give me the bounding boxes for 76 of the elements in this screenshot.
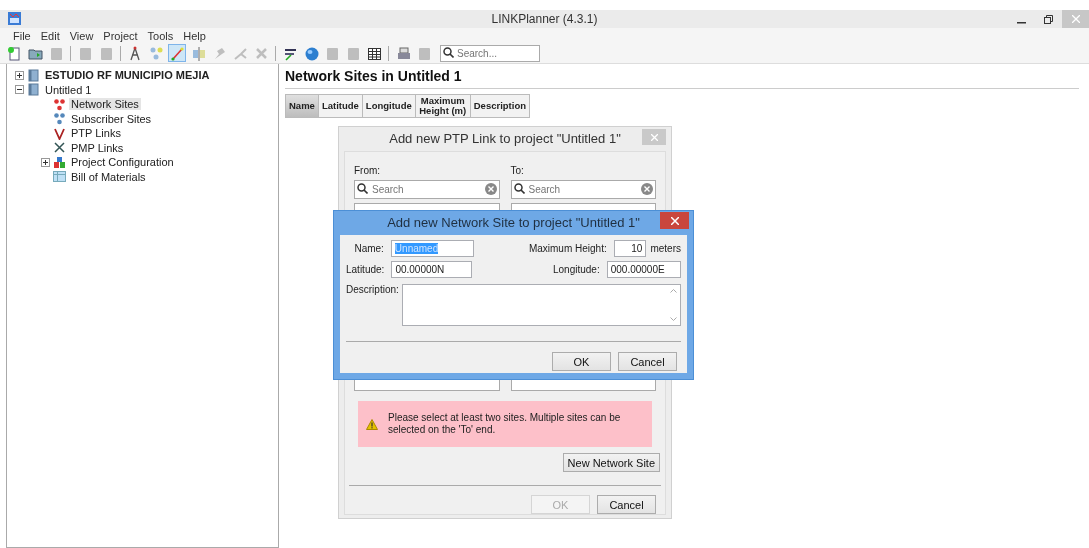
field-label: From: [354,165,382,177]
scroll-down-icon [669,317,677,321]
clear-icon[interactable] [484,183,497,195]
tree-item[interactable]: PTP Links [69,127,123,140]
close-icon [650,133,658,141]
column-header[interactable]: Longitude [362,94,416,118]
tree-item[interactable]: Untitled 1 [43,83,94,96]
field-label: To: [510,165,525,177]
tree-item[interactable]: Subscriber Sites [69,112,154,125]
link-icon [53,126,66,140]
tree-item[interactable]: Bill of Materials [69,170,148,183]
column-header[interactable]: Name [285,94,319,118]
menu-item[interactable]: File [8,29,36,42]
dialog-title: Add new PTP Link to project "Untitled 1" [389,130,621,148]
app-icon [8,12,21,25]
column-header[interactable]: Maximum Height (m) [415,94,471,118]
input-field[interactable]: 10 [613,240,647,257]
menu-item[interactable]: Tools [142,29,179,42]
input-field[interactable]: 000.00000E [606,261,681,278]
field-label: Longitude: [552,264,601,275]
antenna-icon[interactable] [127,45,143,61]
sites-icon[interactable] [148,45,164,61]
scroll-up-icon [669,289,677,293]
clear-icon[interactable] [641,183,653,195]
dialog-title: Add new Network Site to project "Untitled 1" [387,214,640,232]
field-label: Latitude: [346,264,386,275]
printer-icon[interactable] [395,45,411,61]
menu-item[interactable]: Edit [35,29,65,42]
dialog-button[interactable]: OK [552,352,611,371]
new-file-icon[interactable] [6,45,22,61]
table-icon[interactable] [366,45,382,61]
tree-item[interactable]: ESTUDIO RF MUNICIPIO MEJIA [43,69,212,82]
tree-item[interactable]: Project Configuration [69,156,176,169]
book-icon [27,83,40,97]
column-header[interactable]: Latitude [318,94,363,118]
expand-icon[interactable] [15,70,24,80]
expand-icon[interactable] [41,157,50,167]
tree-item[interactable]: PMP Links [69,141,126,154]
split-icon[interactable] [190,45,206,61]
book-icon [27,68,40,82]
window-title: LINKPlanner (4.3.1) [491,12,598,26]
close-button[interactable] [660,212,689,229]
spreadsheet-icon [53,170,66,184]
menu-item[interactable]: View [64,29,99,42]
globe-icon[interactable] [303,45,319,61]
unit-label: meters [649,243,681,254]
link-icon[interactable] [169,45,185,61]
description-field[interactable] [402,284,681,326]
dialog-button[interactable]: Cancel [597,495,656,514]
collapse-icon[interactable] [15,85,24,95]
close-icon [670,216,679,225]
field-label: Description: [346,284,400,297]
search-icon [443,46,454,58]
sites-icon [53,97,66,111]
field-label: Maximum Height: [527,243,608,254]
search-field[interactable]: Search [354,180,500,199]
warning-message: Please select at least two sites. Multiple sites can be selected on the 'To' end. [388,412,622,436]
tree-item[interactable]: Network Sites [69,98,141,111]
search-icon [513,183,525,194]
close-icon [1071,15,1080,23]
column-header[interactable]: Description [470,94,530,118]
dialog-button[interactable]: Cancel [618,352,677,371]
restore-icon [1044,14,1053,24]
search-icon [357,183,368,194]
search-field[interactable]: Search [510,180,656,199]
minimize-icon [1017,21,1026,24]
sites-icon [53,112,66,126]
warning-icon [366,418,378,430]
input-field[interactable]: 00.00000N [391,261,472,278]
menu-item[interactable]: Project [98,29,143,42]
menu-item[interactable]: Help [178,29,211,42]
panel-heading: Network Sites in Untitled 1 [285,64,1079,89]
field-label: Name: [353,243,385,254]
new-network-site-button[interactable]: New Network Site [562,453,660,472]
search-field[interactable]: Search... [440,44,540,62]
blocks-icon [53,155,66,169]
